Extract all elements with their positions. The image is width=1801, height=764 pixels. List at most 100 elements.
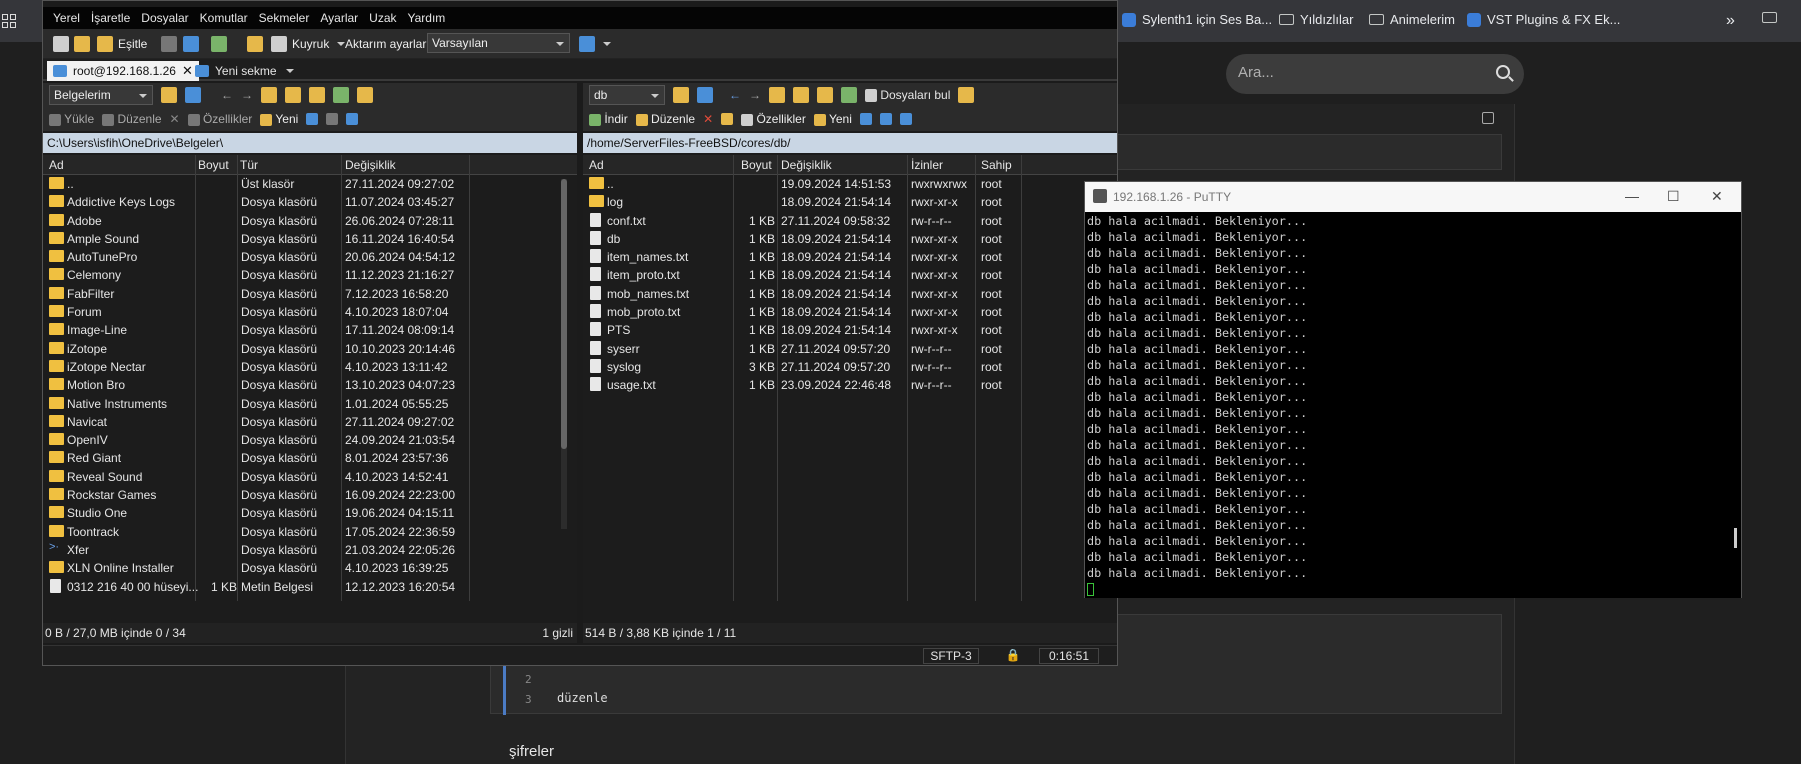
filter-icon[interactable] [697,87,713,103]
rename-icon[interactable] [721,113,734,125]
terminal-output[interactable]: db hala acilmadi. Bekleniyor... db hala a… [1085,212,1741,598]
bookmarks-overflow-button[interactable]: » [1726,12,1735,30]
tab-session[interactable]: root@192.168.1.26 ✕ [47,61,199,81]
file-row[interactable]: >· Xfer Dosya klasörü 21.03.2024 22:05:26 [43,541,577,559]
file-row[interactable]: 0312 216 40 00 hüseyi... 1 KB Metin Belges… [43,578,577,596]
open-folder-icon[interactable] [161,87,177,103]
delete-icon[interactable]: ✕ [170,112,180,126]
local-panel-button[interactable] [53,34,69,54]
apps-grid-icon[interactable] [2,14,16,28]
file-row[interactable]: Reveal Sound Dosya klasörü 4.10.2023 14:52… [43,468,577,486]
plus-icon[interactable] [306,113,319,125]
file-row[interactable]: Forum Dosya klasörü 4.10.2023 18:07:04 [43,303,577,321]
preferences-button[interactable] [211,34,227,54]
file-row[interactable]: Celemony Dosya klasörü 11.12.2023 21:16:27 [43,266,577,284]
close-button[interactable]: ✕ [1711,188,1723,205]
menu-isaretle[interactable]: İşaretle [91,11,130,25]
col-modified[interactable]: Değişiklik [345,158,396,172]
copy-icon[interactable] [1482,112,1494,124]
home-icon[interactable] [309,87,325,103]
delete-icon[interactable]: ✕ [703,112,713,126]
bookmark-vst-plugins[interactable]: VST Plugins & FX Ek... [1467,12,1620,27]
tree-toggle-icon[interactable] [958,87,975,103]
bookmark-animelerim[interactable]: Animelerim [1369,12,1455,27]
properties-button[interactable]: Özellikler [187,112,252,126]
back-arrow-icon[interactable]: ← [221,88,233,102]
putty-button[interactable] [183,34,199,54]
file-row[interactable]: iZotope Dosya klasörü 10.10.2023 20:14:46 [43,340,577,358]
file-row[interactable]: AutoTunePro Dosya klasörü 20.06.2024 04:54… [43,248,577,266]
file-row[interactable]: item_names.txt 1 KB 18.09.2024 21:54:14 rwx… [583,248,1117,266]
root-dir-icon[interactable] [793,87,809,103]
col-modified[interactable]: Değişiklik [781,158,832,172]
col-owner[interactable]: Sahip [981,158,1012,172]
remote-path[interactable]: /home/ServerFiles-FreeBSD/cores/db/ [583,133,1117,153]
file-row[interactable]: conf.txt 1 KB 27.11.2024 09:58:32 rw-r--r--… [583,212,1117,230]
sync-browse-button[interactable] [579,34,611,54]
transfer-settings-combo[interactable]: Varsayılan [427,33,570,53]
col-permissions[interactable]: İzinler [911,158,943,172]
file-row[interactable]: syserr 1 KB 27.11.2024 09:57:20 rw-r--r-- ro… [583,340,1117,358]
tree-toggle-icon[interactable] [357,87,373,103]
file-row[interactable]: mob_proto.txt 1 KB 18.09.2024 21:54:14 rwxr… [583,303,1117,321]
file-row[interactable]: mob_names.txt 1 KB 18.09.2024 21:54:14 rwxr… [583,285,1117,303]
forward-arrow-icon[interactable]: → [749,88,761,102]
remote-location-select[interactable]: db [589,85,665,105]
file-row[interactable]: .. 19.09.2024 14:51:53 rwxrwxrwx root [583,175,1117,193]
file-row[interactable]: usage.txt 1 KB 23.09.2024 22:46:48 rw-r--r-… [583,376,1117,394]
file-row[interactable]: OpenIV Dosya klasörü 24.09.2024 21:03:54 [43,431,577,449]
maximize-button[interactable]: ☐ [1667,188,1680,205]
refresh-icon[interactable] [333,87,349,103]
filter-icon[interactable] [899,113,912,125]
col-name[interactable]: Ad [589,158,604,172]
upload-button[interactable]: Yükle [49,112,94,126]
find-files-button[interactable]: Dosyaları bul [865,88,950,103]
file-row[interactable]: Red Giant Dosya klasörü 8.01.2024 23:57:36 [43,449,577,467]
home-icon[interactable] [817,87,833,103]
root-dir-icon[interactable] [285,87,301,103]
forward-arrow-icon[interactable]: → [241,88,253,102]
queue-button[interactable]: Kuyruk [271,34,346,54]
file-row[interactable]: db 1 KB 18.09.2024 21:54:14 rwxr-xr-x root [583,230,1117,248]
parent-dir-icon[interactable] [769,87,785,103]
menu-sekmeler[interactable]: Sekmeler [259,11,310,25]
file-row[interactable]: Motion Bro Dosya klasörü 13.10.2023 04:07:… [43,376,577,394]
file-row[interactable]: PTS 1 KB 18.09.2024 21:54:14 rwxr-xr-x root [583,321,1117,339]
bookmark-sylenth[interactable]: Sylenth1 için Ses Ba... [1122,12,1272,27]
menu-yardim[interactable]: Yardım [408,11,446,25]
edit-button[interactable]: Düzenle [102,112,162,126]
scroll-thumb[interactable] [561,179,567,449]
file-row[interactable]: Toontrack Dosya klasörü 17.05.2024 22:36:5… [43,523,577,541]
parent-dir-icon[interactable] [261,87,277,103]
filter-icon[interactable] [346,113,359,125]
putty-titlebar[interactable]: 192.168.1.26 - PuTTY — ☐ ✕ [1085,182,1741,212]
file-row[interactable]: iZotope Nectar Dosya klasörü 4.10.2023 13:… [43,358,577,376]
local-scrollbar[interactable] [561,179,567,529]
terminal-scrollbar[interactable] [1734,528,1737,548]
local-location-select[interactable]: Belgelerim [49,85,153,105]
sync-button[interactable]: Eşitle [97,34,147,54]
menu-komutlar[interactable]: Komutlar [200,11,248,25]
col-size[interactable]: Boyut [741,158,772,172]
local-path[interactable]: C:\Users\isfih\OneDrive\Belgeler\ [43,133,577,153]
menu-ayarlar[interactable]: Ayarlar [320,11,358,25]
search-input[interactable]: Ara... [1226,54,1524,94]
file-row[interactable]: Studio One Dosya klasörü 19.06.2024 04:15:… [43,504,577,522]
plus-icon[interactable] [859,113,872,125]
file-row[interactable]: Addictive Keys Logs Dosya klasörü 11.07.20… [43,193,577,211]
file-row[interactable]: Navicat Dosya klasörü 27.11.2024 09:27:02 [43,413,577,431]
back-arrow-icon[interactable]: ← [729,88,741,102]
minus-icon[interactable] [326,113,339,125]
col-type[interactable]: Tür [240,158,258,172]
minimize-button[interactable]: — [1625,188,1639,204]
new-button[interactable]: Yeni [813,112,852,126]
file-row[interactable]: Image-Line Dosya klasörü 17.11.2024 08:09:… [43,321,577,339]
bookmark-yildizlilar[interactable]: Yıldızlılar [1279,12,1353,27]
col-name[interactable]: Ad [49,158,64,172]
file-row[interactable]: item_proto.txt 1 KB 18.09.2024 21:54:14 rwx… [583,266,1117,284]
properties-button[interactable]: Özellikler [741,112,806,126]
new-button[interactable]: Yeni [260,112,298,126]
minus-icon[interactable] [879,113,892,125]
file-row[interactable]: log 18.09.2024 21:54:14 rwxr-xr-x root [583,193,1117,211]
terminal-button[interactable] [161,34,177,54]
